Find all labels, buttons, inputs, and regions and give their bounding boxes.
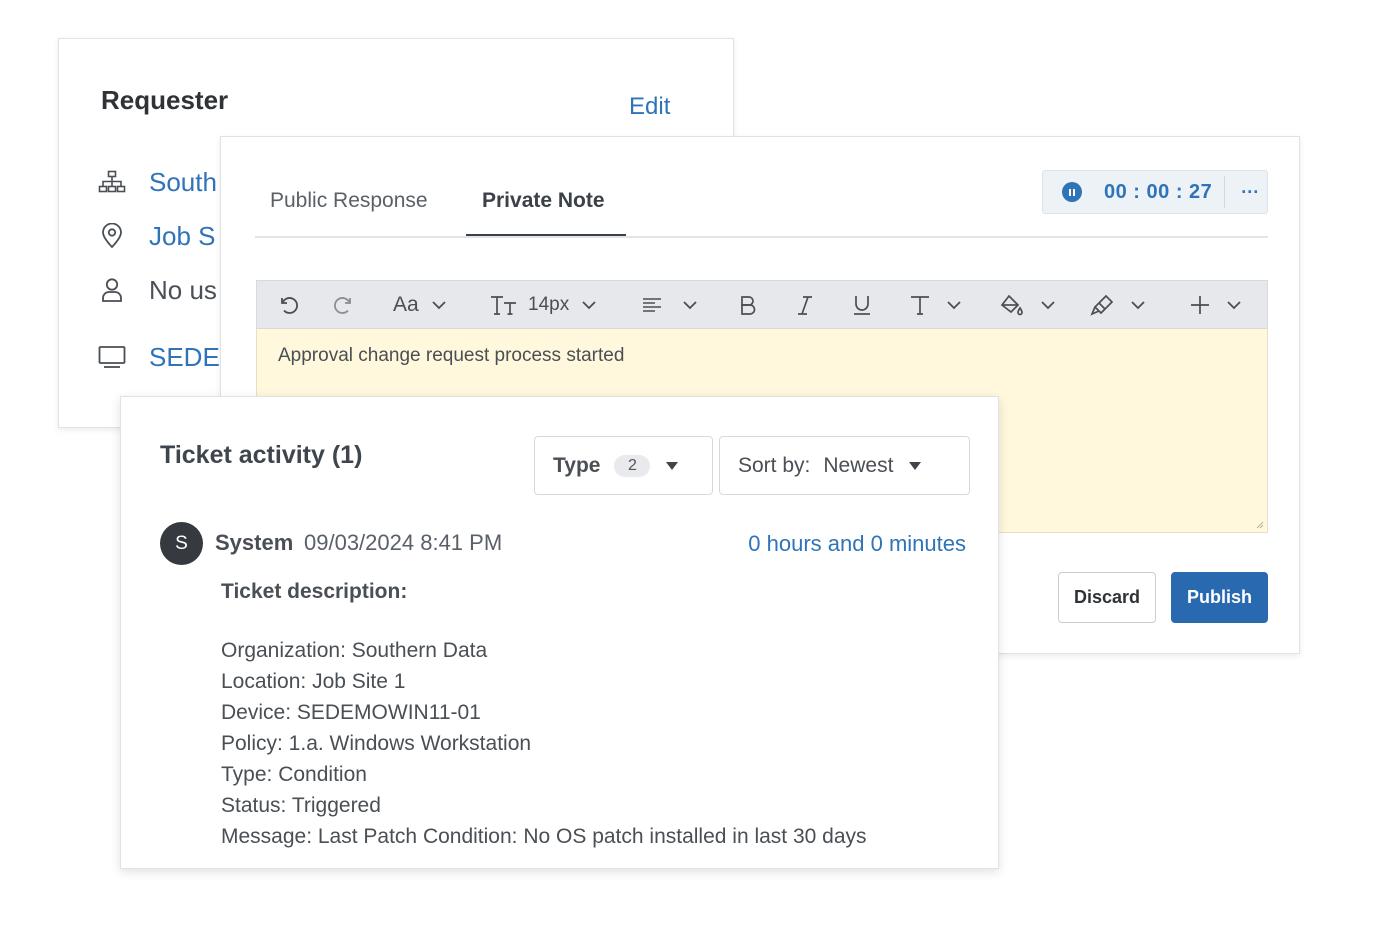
font-size-icon xyxy=(491,295,516,315)
description-line: Status: Triggered xyxy=(221,794,381,817)
more-options-button[interactable]: ··· xyxy=(1241,182,1259,203)
text-format-icon xyxy=(911,295,929,315)
chevron-down-icon xyxy=(683,300,697,309)
tab-private-note[interactable]: Private Note xyxy=(482,189,605,213)
fill-color-icon xyxy=(1000,294,1023,315)
pause-icon[interactable] xyxy=(1062,182,1082,202)
requester-location-row: Job S xyxy=(97,218,216,254)
font-family-dropdown[interactable]: Aa xyxy=(393,281,447,328)
sort-label: Sort by: xyxy=(738,453,811,477)
time-tracker: 00 : 00 : 27 ··· xyxy=(1042,170,1268,214)
requester-user-row: No us xyxy=(97,272,217,308)
highlight-dropdown[interactable] xyxy=(1090,281,1146,328)
publish-button[interactable]: Publish xyxy=(1171,572,1268,623)
location-pin-icon xyxy=(97,221,127,251)
activity-title: Ticket activity (1) xyxy=(160,441,363,469)
font-size-dropdown[interactable]: 14px xyxy=(490,281,597,328)
requester-user: No us xyxy=(149,274,217,305)
user-icon xyxy=(97,275,127,305)
fill-color-dropdown[interactable] xyxy=(1000,281,1056,328)
tab-public-response[interactable]: Public Response xyxy=(270,189,428,213)
chevron-down-icon xyxy=(1131,300,1145,309)
redo-icon[interactable] xyxy=(333,281,355,328)
activity-author: System xyxy=(215,530,294,555)
discard-button[interactable]: Discard xyxy=(1058,572,1156,623)
italic-icon[interactable] xyxy=(797,281,813,328)
bold-icon[interactable] xyxy=(739,281,757,328)
description-line: Type: Condition xyxy=(221,763,367,786)
insert-dropdown[interactable] xyxy=(1190,281,1242,328)
description-line: Device: SEDEMOWIN11-01 xyxy=(221,701,481,724)
activity-time-spent[interactable]: 0 hours and 0 minutes xyxy=(748,531,966,557)
activity-timestamp: 09/03/2024 8:41 PM xyxy=(304,530,503,555)
timer-divider xyxy=(1224,176,1226,208)
chevron-down-icon xyxy=(1227,300,1241,309)
note-content[interactable]: Approval change request process started xyxy=(278,345,624,367)
monitor-icon xyxy=(97,342,127,372)
description-line: Organization: Southern Data xyxy=(221,639,488,662)
underline-icon[interactable] xyxy=(853,281,871,328)
chevron-down-icon xyxy=(1041,300,1055,309)
type-filter-dropdown[interactable]: Type 2 xyxy=(534,436,713,495)
insert-icon xyxy=(1191,295,1209,314)
description-line: Location: Job Site 1 xyxy=(221,670,406,693)
text-format-dropdown[interactable] xyxy=(910,281,962,328)
caret-down-icon xyxy=(666,461,679,470)
edit-link[interactable]: Edit xyxy=(629,93,670,121)
chevron-down-icon xyxy=(432,300,446,309)
align-icon xyxy=(643,297,661,312)
undo-icon[interactable] xyxy=(277,281,299,328)
description-line: Policy: 1.a. Windows Workstation xyxy=(221,732,532,755)
sort-dropdown[interactable]: Sort by: Newest xyxy=(719,436,970,495)
requester-organization-row: South xyxy=(97,164,217,200)
caret-down-icon xyxy=(909,461,922,470)
chevron-down-icon xyxy=(947,300,961,309)
font-family-icon: Aa xyxy=(393,292,419,316)
ticket-activity-card: Ticket activity (1) Type 2 Sort by: Newe… xyxy=(120,396,999,869)
type-filter-count: 2 xyxy=(614,454,651,477)
font-size-value: 14px xyxy=(528,293,570,315)
avatar: S xyxy=(160,522,203,565)
align-dropdown[interactable] xyxy=(642,281,698,328)
requester-organization[interactable]: South xyxy=(149,167,217,198)
active-tab-indicator xyxy=(466,234,626,236)
sort-value: Newest xyxy=(823,453,894,477)
description-line: Message: Last Patch Condition: No OS pat… xyxy=(221,825,867,848)
chevron-down-icon xyxy=(582,300,596,309)
requester-title: Requester xyxy=(101,85,229,115)
requester-device-row: SEDE xyxy=(97,339,220,375)
resize-handle-icon[interactable] xyxy=(1254,519,1264,529)
ticket-description-body: Organization: Southern Data Location: Jo… xyxy=(221,635,867,852)
highlight-icon xyxy=(1090,294,1114,316)
organization-icon xyxy=(97,167,127,197)
timer-value: 00 : 00 : 27 xyxy=(1104,180,1213,203)
type-filter-label: Type xyxy=(553,453,601,477)
formatting-toolbar: Aa 14px xyxy=(256,280,1268,329)
ticket-description-heading: Ticket description: xyxy=(221,580,408,603)
requester-device[interactable]: SEDE xyxy=(149,342,220,373)
requester-location[interactable]: Job S xyxy=(149,221,216,252)
